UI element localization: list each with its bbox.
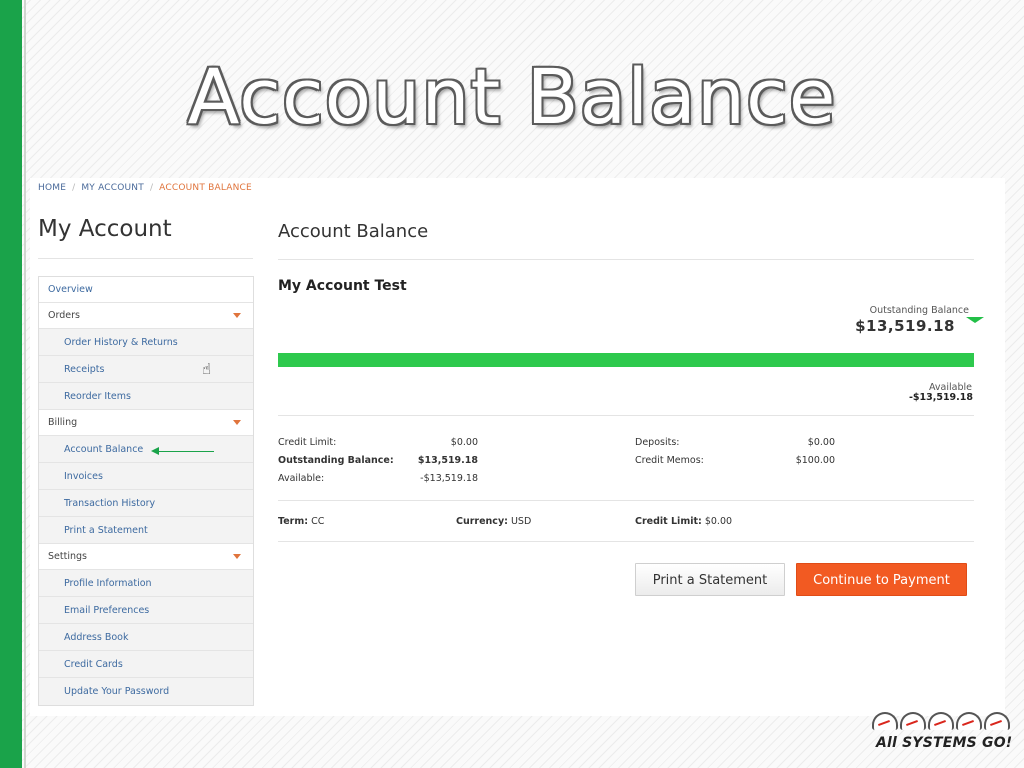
outstanding-balance-stat-value: $13,519.18 <box>417 455 478 466</box>
currency-info: Currency: USD <box>456 516 531 527</box>
term-info: Term: CC <box>278 516 324 527</box>
divider <box>278 541 974 542</box>
credit-limit-term-value: $0.00 <box>704 516 733 527</box>
sidebar-item-address-book[interactable]: Address Book <box>39 624 253 651</box>
sidebar-item-order-history[interactable]: Order History & Returns <box>39 329 253 356</box>
breadcrumb: HOME / MY ACCOUNT / ACCOUNT BALANCE <box>38 183 252 193</box>
chevron-down-icon[interactable] <box>233 420 241 425</box>
hand-cursor-icon: ☝ <box>202 360 212 378</box>
sidebar-item-label: Account Balance <box>64 444 144 455</box>
sidebar-item-label: Settings <box>48 551 87 562</box>
credit-limit-label: Credit Limit: <box>278 437 337 448</box>
gauge-icon <box>928 712 954 730</box>
balance-progress-bar <box>278 353 974 367</box>
sidebar-item-account-balance[interactable]: Account Balance <box>39 436 253 463</box>
gauge-icon <box>956 712 982 730</box>
sidebar-item-overview[interactable]: Overview <box>39 277 253 303</box>
company-logo: All SYSTEMS GO! <box>866 712 1014 762</box>
sidebar-section-billing[interactable]: Billing <box>39 410 253 436</box>
divider <box>278 259 974 260</box>
highlight-arrow-icon <box>151 447 159 455</box>
chevron-down-icon[interactable] <box>233 554 241 559</box>
available-stat-value: -$13,519.18 <box>420 473 478 484</box>
outstanding-balance-value: $13,519.18 <box>855 317 955 335</box>
account-name: My Account Test <box>278 278 407 294</box>
sidebar-item-email-preferences[interactable]: Email Preferences <box>39 597 253 624</box>
logo-text: All SYSTEMS GO! <box>876 735 1013 751</box>
continue-to-payment-button[interactable]: Continue to Payment <box>796 563 967 596</box>
highlight-arrow-line <box>156 451 214 452</box>
sidebar-item-label: Transaction History <box>64 498 156 509</box>
sidebar-item-label: Billing <box>48 417 78 428</box>
print-statement-button[interactable]: Print a Statement <box>635 563 785 596</box>
sidebar-item-profile-information[interactable]: Profile Information <box>39 570 253 597</box>
divider <box>38 258 253 259</box>
sidebar-item-label: Profile Information <box>64 578 152 589</box>
account-page: HOME / MY ACCOUNT / ACCOUNT BALANCE My Accou… <box>30 178 1005 716</box>
page-title: Account Balance <box>278 221 429 242</box>
gauge-icon <box>984 712 1010 730</box>
chevron-down-icon[interactable] <box>233 313 241 318</box>
gauge-icon <box>900 712 926 730</box>
available-value: -$13,519.18 <box>908 392 973 403</box>
sidebar-item-label: Print a Statement <box>64 525 148 536</box>
currency-label: Currency: <box>456 516 508 527</box>
sidebar-item-update-password[interactable]: Update Your Password <box>39 678 253 705</box>
sidebar-item-label: Invoices <box>64 471 103 482</box>
balance-marker-icon <box>966 317 984 323</box>
sidebar-item-label: Email Preferences <box>64 605 150 616</box>
sidebar-item-invoices[interactable]: Invoices <box>39 463 253 490</box>
balance-progress-fill <box>278 353 974 367</box>
gauge-icons <box>872 712 1012 734</box>
sidebar-section-settings[interactable]: Settings <box>39 544 253 570</box>
credit-limit-info: Credit Limit: $0.00 <box>635 516 732 527</box>
sidebar-item-label: Update Your Password <box>64 686 170 697</box>
sidebar-title: My Account <box>38 216 172 242</box>
sidebar-item-credit-cards[interactable]: Credit Cards <box>39 651 253 678</box>
sidebar-item-print-statement[interactable]: Print a Statement <box>39 517 253 544</box>
currency-value: USD <box>510 516 532 527</box>
sidebar-item-reorder-items[interactable]: Reorder Items <box>39 383 253 410</box>
credit-limit-term-label: Credit Limit: <box>635 516 702 527</box>
sidebar-section-orders[interactable]: Orders <box>39 303 253 329</box>
sidebar-item-label: Credit Cards <box>64 659 123 670</box>
slide-title: Account Balance <box>187 52 837 141</box>
breadcrumb-current: ACCOUNT BALANCE <box>159 183 252 193</box>
gauge-icon <box>872 712 898 730</box>
sidebar-item-label: Receipts <box>64 364 105 375</box>
sidebar-item-label: Overview <box>48 284 93 295</box>
term-value: CC <box>311 516 325 527</box>
breadcrumb-my-account[interactable]: MY ACCOUNT <box>81 183 144 193</box>
divider <box>278 500 974 501</box>
sidebar-item-label: Address Book <box>64 632 129 643</box>
sidebar-item-receipts[interactable]: Receipts <box>39 356 253 383</box>
sidebar-nav: Overview Orders Order History & Returns … <box>38 276 254 706</box>
deposits-label: Deposits: <box>635 437 680 448</box>
sidebar-item-transaction-history[interactable]: Transaction History <box>39 490 253 517</box>
available-stat-label: Available: <box>278 473 325 484</box>
credit-memos-label: Credit Memos: <box>635 455 704 466</box>
outstanding-balance-stat-label: Outstanding Balance: <box>278 455 394 466</box>
sidebar-item-label: Orders <box>48 310 80 321</box>
breadcrumb-separator: / <box>72 183 76 193</box>
sidebar-item-label: Reorder Items <box>64 391 131 402</box>
term-label: Term: <box>278 516 309 527</box>
divider <box>278 415 974 416</box>
breadcrumb-home[interactable]: HOME <box>38 183 66 193</box>
credit-limit-value: $0.00 <box>450 437 478 448</box>
credit-memos-value: $100.00 <box>795 455 835 466</box>
outstanding-balance-label: Outstanding Balance <box>869 305 969 316</box>
sidebar-item-label: Order History & Returns <box>64 337 178 348</box>
breadcrumb-separator: / <box>149 183 154 193</box>
deposits-value: $0.00 <box>807 437 835 448</box>
